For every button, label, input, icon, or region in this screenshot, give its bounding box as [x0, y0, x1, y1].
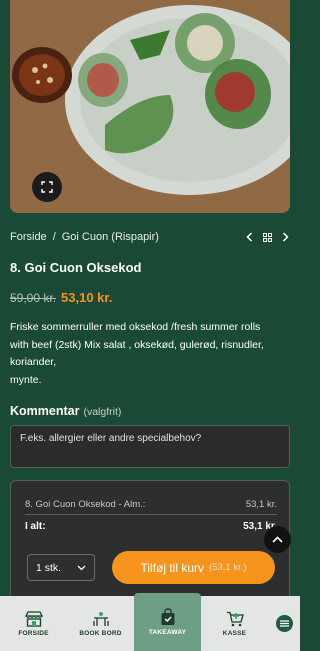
comment-input[interactable]: F.eks. allergier eller andre specialbeho…	[10, 425, 290, 468]
product-grid-button[interactable]	[262, 231, 272, 243]
nav-item-forside[interactable]: FORSIDE	[0, 596, 67, 651]
breadcrumb-home-link[interactable]: Forside	[10, 231, 47, 243]
chevron-right-icon	[282, 232, 289, 242]
order-total: I alt: 53,1 kr.	[25, 521, 277, 532]
cart-icon	[226, 611, 244, 626]
order-summary: 8. Goi Cuon Oksekod - Alm.: 53,1 kr. I a…	[10, 480, 290, 600]
breadcrumb-separator: /	[52, 231, 56, 243]
quantity-value: 1 stk.	[36, 561, 62, 574]
comment-label: Kommentar (valgfrit)	[10, 404, 121, 418]
expand-icon	[41, 181, 53, 193]
old-price: 59,00 kr.	[10, 291, 57, 305]
price-row: 59,00 kr. 53,10 kr.	[10, 290, 112, 305]
comment-optional-text: (valgfrit)	[83, 406, 122, 418]
description-line: koriander,	[10, 356, 57, 368]
grid-icon	[262, 232, 272, 242]
add-to-cart-label: Tilføj til kurv	[140, 560, 205, 575]
nav-label-book-bord: BOOK BORD	[79, 629, 122, 637]
menu-button[interactable]	[268, 596, 300, 651]
product-pager	[244, 231, 290, 243]
total-label: I alt:	[25, 521, 46, 532]
comment-placeholder: F.eks. allergier eller andre specialbeho…	[20, 433, 202, 444]
description-line: with beef (2stk) Mix salat , oksekød, gu…	[10, 338, 264, 351]
nav-label-takeaway: TAKEAWAY	[148, 629, 187, 636]
summary-divider	[25, 514, 277, 515]
nav-item-takeaway[interactable]: TAKEAWAY	[134, 593, 201, 651]
order-line-item: 8. Goi Cuon Oksekod - Alm.: 53,1 kr.	[25, 499, 277, 510]
nav-item-kasse[interactable]: KASSE	[201, 596, 268, 651]
chevron-left-icon	[245, 232, 252, 242]
store-icon	[24, 610, 43, 627]
description-line: Friske sommerruller med oksekod /fresh s…	[10, 321, 261, 333]
product-description: Friske sommerruller med oksekod /fresh s…	[10, 319, 294, 389]
breadcrumb: Forside / Goi Cuon (Rispapir)	[10, 229, 290, 245]
scroll-to-top-button[interactable]	[264, 526, 291, 553]
add-to-cart-button[interactable]: Tilføj til kurv (53,1 kr.)	[112, 551, 275, 584]
menu-icon	[275, 615, 293, 632]
chevron-up-icon	[272, 536, 283, 543]
chevron-down-icon	[77, 565, 86, 570]
previous-product-button[interactable]	[244, 231, 254, 243]
line-item-price: 53,1 kr.	[245, 499, 277, 510]
line-item-name: 8. Goi Cuon Oksekod - Alm.:	[25, 499, 146, 510]
nav-label-forside: FORSIDE	[18, 629, 49, 637]
product-image[interactable]	[10, 0, 290, 213]
nav-item-book-bord[interactable]: BOOK BORD	[67, 596, 134, 651]
expand-image-button[interactable]	[32, 172, 62, 202]
description-line: mynte.	[10, 373, 42, 386]
bottom-navigation: FORSIDE BOOK BORD TAKEAWAY KASSE	[0, 593, 300, 651]
add-to-cart-price: (53,1 kr.)	[209, 562, 247, 573]
next-product-button[interactable]	[280, 231, 290, 243]
bag-icon	[161, 608, 174, 625]
sale-price: 53,10 kr.	[61, 290, 113, 305]
nav-label-kasse: KASSE	[222, 629, 247, 637]
product-title: 8. Goi Cuon Oksekod	[10, 260, 142, 275]
quantity-select[interactable]: 1 stk.	[27, 554, 95, 581]
breadcrumb-category-link[interactable]: Goi Cuon (Rispapir)	[62, 231, 159, 243]
comment-label-text: Kommentar	[10, 404, 80, 418]
table-icon	[92, 611, 109, 626]
